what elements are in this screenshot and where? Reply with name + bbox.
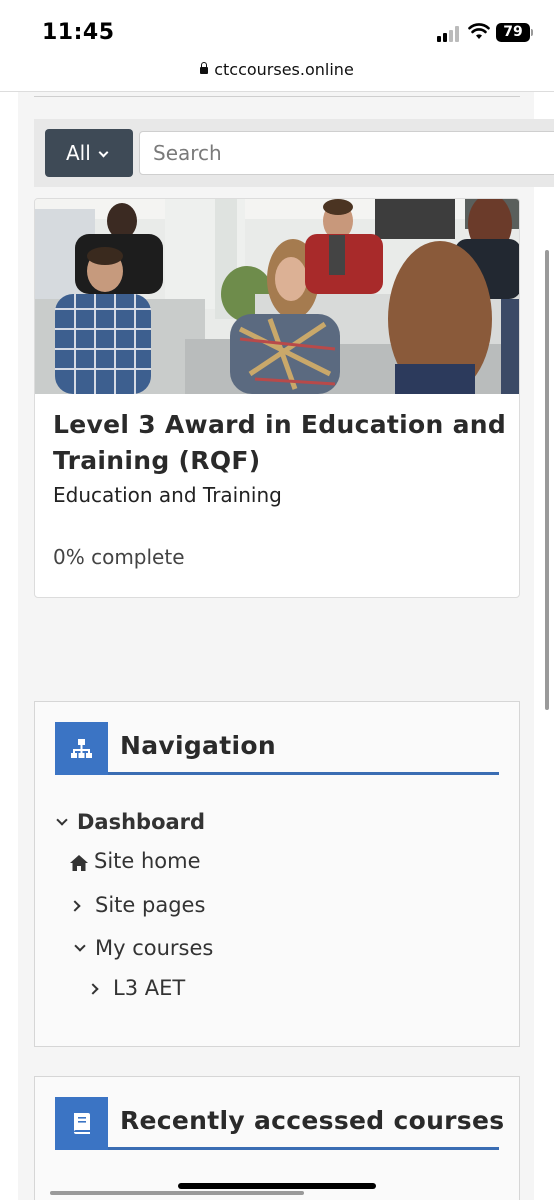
- wifi-icon: [468, 23, 490, 39]
- battery-icon: 79: [496, 23, 530, 42]
- sitemap-icon: [55, 722, 108, 775]
- chevron-right-icon[interactable]: [69, 900, 81, 912]
- nav-item-dashboard[interactable]: Dashboard: [77, 810, 205, 834]
- url-text: ctccourses.online: [214, 60, 354, 79]
- navigation-block: Navigation Dashboard Site home Site page…: [34, 701, 520, 1047]
- block-header: Navigation: [55, 722, 499, 775]
- course-search-input[interactable]: [139, 131, 554, 175]
- cellular-signal-icon: [437, 24, 463, 42]
- course-category: Education and Training: [53, 483, 282, 507]
- recently-accessed-block: Recently accessed courses: [34, 1076, 520, 1200]
- chevron-down-icon[interactable]: [56, 814, 68, 826]
- nav-item-site-home[interactable]: Site home: [94, 849, 201, 873]
- status-time: 11:45: [42, 20, 115, 45]
- chevron-down-icon[interactable]: [74, 940, 86, 952]
- home-icon: [70, 855, 88, 871]
- home-indicator[interactable]: [178, 1183, 376, 1189]
- course-image[interactable]: [35, 199, 520, 394]
- horizontal-scrollbar[interactable]: [50, 1191, 304, 1195]
- book-icon: [55, 1097, 108, 1150]
- battery-tip: [531, 29, 533, 36]
- lock-icon: [200, 62, 209, 74]
- status-bar: 11:45 79: [0, 0, 554, 60]
- vertical-scrollbar[interactable]: [545, 250, 549, 710]
- chevron-down-icon: [98, 147, 109, 158]
- block-header: Recently accessed courses: [55, 1097, 504, 1150]
- nav-item-my-courses[interactable]: My courses: [95, 936, 213, 960]
- navigation-title: Navigation: [120, 731, 276, 760]
- nav-item-l3-aet[interactable]: L3 AET: [113, 976, 185, 1000]
- course-title[interactable]: Level 3 Award in Education and Training …: [53, 407, 508, 479]
- chevron-right-icon[interactable]: [87, 983, 99, 995]
- course-card[interactable]: Level 3 Award in Education and Training …: [34, 198, 520, 598]
- url-bar[interactable]: ctccourses.online: [0, 60, 554, 90]
- divider: [34, 96, 520, 97]
- course-progress: 0% complete: [53, 545, 185, 569]
- nav-item-site-pages[interactable]: Site pages: [95, 893, 205, 917]
- course-filter-dropdown[interactable]: All: [45, 129, 133, 177]
- filter-label: All: [66, 141, 91, 165]
- recently-accessed-title: Recently accessed courses: [120, 1106, 505, 1135]
